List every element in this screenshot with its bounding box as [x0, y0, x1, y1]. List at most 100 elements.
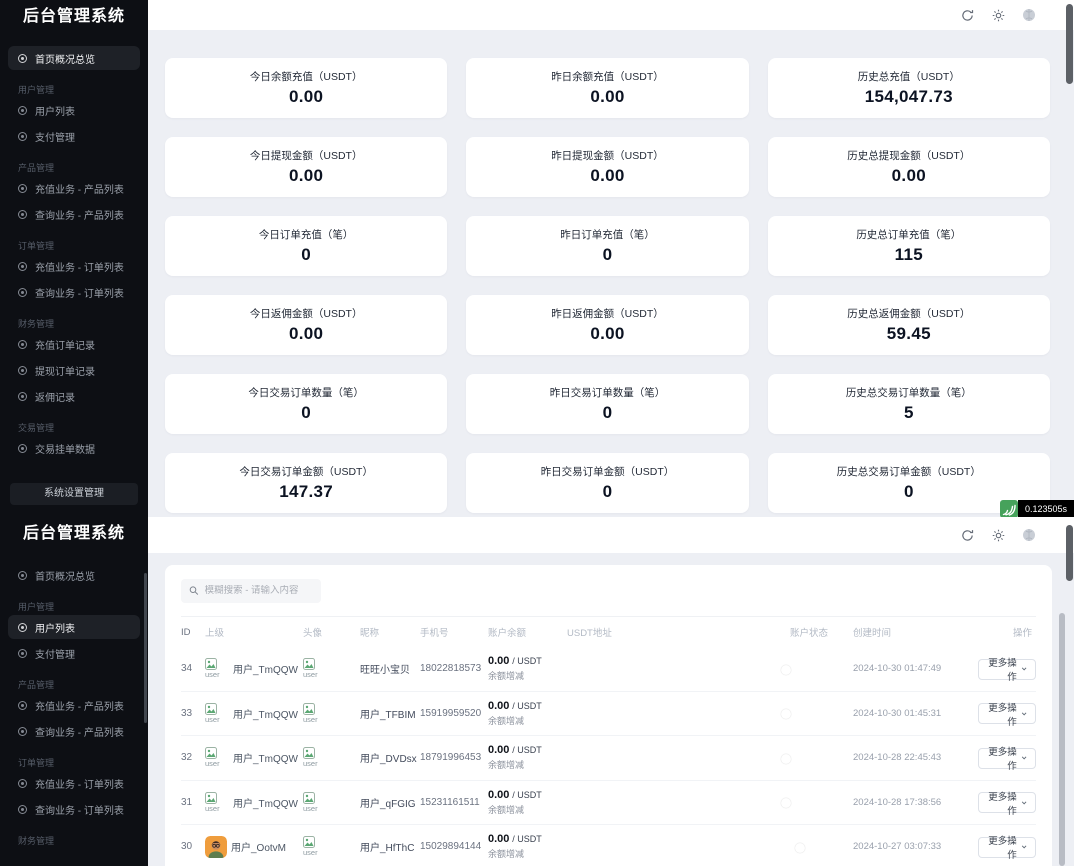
chevron-down-icon	[1021, 843, 1027, 851]
column-header-status[interactable]: 账户状态	[790, 625, 853, 639]
stat-value: 0	[603, 403, 613, 423]
sidebar-item-label: 充值业务 - 订单列表	[35, 776, 124, 791]
balance-adjust-link[interactable]: 余额增减	[488, 803, 567, 816]
more-actions-button[interactable]: 更多操作	[978, 748, 1036, 769]
broken-image-icon: user	[205, 658, 229, 679]
stat-value: 147.37	[279, 482, 333, 502]
sidebar-item-recharge-products[interactable]: 充值业务 - 产品列表	[8, 176, 140, 200]
content-scrollbar-thumb[interactable]	[1059, 613, 1065, 866]
balance-unit: / USDT	[512, 745, 542, 755]
sidebar-item-query-products[interactable]: 查询业务 - 产品列表	[8, 202, 140, 226]
cell-action: 更多操作	[978, 747, 1036, 769]
more-actions-button[interactable]: 更多操作	[978, 837, 1036, 858]
search-box[interactable]	[181, 579, 321, 603]
sidebar-item-query-orders[interactable]: 查询业务 - 订单列表	[8, 280, 140, 304]
scrollbar-thumb[interactable]	[1066, 4, 1073, 84]
sidebar-section-products: 产品管理	[8, 679, 140, 691]
search-section	[181, 565, 1036, 617]
stat-label: 今日提现金额（USDT）	[250, 148, 363, 163]
cell-parent: user 用户_TmQQW	[205, 703, 303, 724]
system-settings-button[interactable]: 系统设置管理	[10, 483, 138, 505]
sidebar-item-payment[interactable]: 支付管理	[8, 641, 140, 665]
cell-avatar: user	[303, 703, 360, 724]
sidebar-item-query-products[interactable]: 查询业务 - 产品列表	[8, 719, 140, 743]
circle-dot-icon	[18, 262, 27, 271]
more-actions-label: 更多操作	[987, 744, 1017, 772]
more-actions-label: 更多操作	[987, 833, 1017, 861]
cell-status	[790, 752, 853, 763]
stat-row: 今日返佣金额（USDT） 0.00 昨日返佣金额（USDT） 0.00 历史总返…	[165, 295, 1050, 355]
timer-value: 0.123505s	[1018, 500, 1074, 517]
balance-adjust-link[interactable]: 余额增减	[488, 714, 567, 727]
debug-timer-badge[interactable]: 0.123505s	[1000, 500, 1074, 517]
refresh-icon[interactable]	[960, 528, 974, 542]
stat-label: 今日交易订单金额（USDT）	[239, 464, 373, 479]
stat-label: 历史总提现金额（USDT）	[847, 148, 970, 163]
search-input[interactable]	[205, 585, 313, 596]
column-header-id[interactable]: ID	[181, 627, 205, 638]
column-header-action[interactable]: 操作	[978, 625, 1036, 639]
sidebar-item-overview[interactable]: 首页概况总览	[8, 563, 140, 587]
globe-icon[interactable]	[1022, 528, 1036, 542]
column-header-nickname[interactable]: 昵称	[360, 625, 420, 639]
stat-row: 今日交易订单数量（笔） 0 昨日交易订单数量（笔） 0 历史总交易订单数量（笔）…	[165, 374, 1050, 434]
cell-created: 2024-10-27 03:07:33	[853, 841, 978, 852]
stat-label: 今日订单充值（笔）	[259, 227, 354, 242]
stat-card-today-trade-amount: 今日交易订单金额（USDT） 147.37	[165, 453, 447, 513]
cell-phone: 15029894144	[420, 841, 488, 852]
column-header-parent[interactable]: 上级	[205, 625, 303, 639]
cell-avatar: user	[303, 747, 360, 768]
sidebar-item-recharge-orders[interactable]: 充值业务 - 订单列表	[8, 771, 140, 795]
globe-icon[interactable]	[1022, 8, 1036, 22]
sidebar-item-recharge-products[interactable]: 充值业务 - 产品列表	[8, 693, 140, 717]
sidebar-item-payment[interactable]: 支付管理	[8, 124, 140, 148]
sidebar-scrollbar-thumb[interactable]	[144, 573, 147, 723]
topbar	[148, 517, 1074, 553]
more-actions-button[interactable]: 更多操作	[978, 792, 1036, 813]
user-list-view: 后台管理系统 首页概况总览 用户管理 用户列表 支付管理 产品管理 充值业务 -…	[0, 517, 1074, 866]
sidebar-item-trade-orders[interactable]: 交易挂单数据	[8, 436, 140, 460]
sidebar-item-rebate-records[interactable]: 返佣记录	[8, 384, 140, 408]
cell-status	[790, 663, 853, 674]
cell-parent: user 用户_TmQQW	[205, 658, 303, 679]
sidebar-item-recharge-records[interactable]: 充值订单记录	[8, 332, 140, 356]
sidebar-section-orders: 订单管理	[8, 757, 140, 769]
cell-created: 2024-10-28 17:38:56	[853, 797, 978, 808]
broken-image-alt: user	[205, 760, 220, 768]
stat-value: 0	[904, 482, 914, 502]
column-header-usdt-address[interactable]: USDT地址	[567, 625, 790, 639]
stat-value: 0	[603, 245, 613, 265]
sidebar-item-user-list[interactable]: 用户列表	[8, 615, 140, 639]
stat-value: 0.00	[289, 324, 323, 344]
sun-icon[interactable]	[991, 528, 1005, 542]
chevron-down-icon	[1021, 665, 1027, 673]
sidebar-item-overview[interactable]: 首页概况总览	[8, 46, 140, 70]
stats-grid: 今日余额充值（USDT） 0.00 昨日余额充值（USDT） 0.00 历史总充…	[148, 30, 1074, 513]
circle-dot-icon	[18, 184, 27, 193]
sidebar-item-withdraw-records[interactable]: 提现订单记录	[8, 358, 140, 382]
sidebar-item-label: 交易挂单数据	[35, 441, 95, 456]
stat-label: 历史总充值（USDT）	[858, 69, 960, 84]
circle-dot-icon	[18, 106, 27, 115]
scrollbar-thumb[interactable]	[1066, 525, 1073, 581]
column-header-avatar[interactable]: 头像	[303, 625, 360, 639]
sidebar-item-user-list[interactable]: 用户列表	[8, 98, 140, 122]
sun-icon[interactable]	[991, 8, 1005, 22]
column-header-phone[interactable]: 手机号	[420, 625, 488, 639]
sidebar-menu: 首页概况总览 用户管理 用户列表 支付管理 产品管理 充值业务 - 产品列表 查…	[0, 547, 148, 847]
balance-unit: / USDT	[512, 656, 542, 666]
balance-adjust-link[interactable]: 余额增减	[488, 847, 567, 860]
more-actions-button[interactable]: 更多操作	[978, 659, 1036, 680]
stat-card-yesterday-balance-recharge: 昨日余额充值（USDT） 0.00	[466, 58, 748, 118]
column-header-created[interactable]: 创建时间	[853, 625, 978, 639]
sidebar-item-query-orders[interactable]: 查询业务 - 订单列表	[8, 797, 140, 821]
sidebar: 后台管理系统 首页概况总览 用户管理 用户列表 支付管理 产品管理 充值业务 -…	[0, 0, 148, 517]
sidebar-item-recharge-orders[interactable]: 充值业务 - 订单列表	[8, 254, 140, 278]
more-actions-button[interactable]: 更多操作	[978, 703, 1036, 724]
app-title: 后台管理系统	[0, 0, 148, 30]
refresh-icon[interactable]	[960, 8, 974, 22]
balance-adjust-link[interactable]: 余额增减	[488, 669, 567, 682]
balance-adjust-link[interactable]: 余额增减	[488, 758, 567, 771]
column-header-balance[interactable]: 账户余额	[488, 625, 567, 639]
topbar	[148, 0, 1074, 30]
